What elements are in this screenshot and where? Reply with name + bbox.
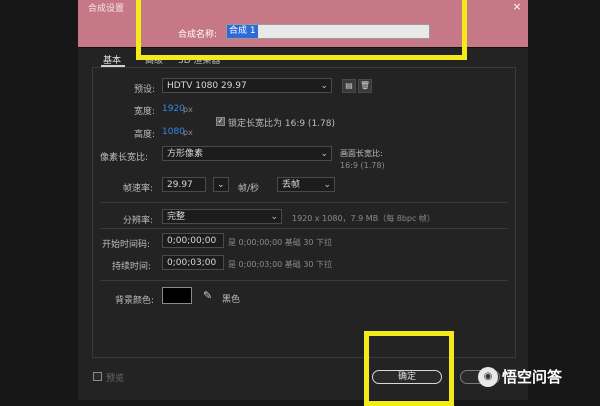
frame-rate-dropdown[interactable]: ⌄ (213, 177, 229, 192)
lock-aspect-checkbox[interactable]: ✓ (216, 117, 225, 126)
frame-aspect-value: 16:9 (1.78) (340, 161, 385, 170)
chevron-down-icon: ⌄ (320, 81, 328, 91)
pixel-aspect-label: 像素长宽比: (100, 153, 149, 163)
start-timecode-value: 0;00;00;00 (167, 236, 217, 246)
chevron-down-icon: ⌄ (270, 212, 278, 222)
drop-frame-dropdown[interactable]: 丢帧 ⌄ (277, 177, 335, 192)
frame-rate-value: 29.97 (167, 180, 193, 190)
height-unit: px (183, 128, 193, 137)
bg-color-name: 黑色 (222, 295, 241, 305)
trash-icon[interactable]: 🗑 (358, 79, 372, 93)
duration-info: 是 0;00;03;00 基础 30 下拉 (228, 260, 333, 269)
frame-rate-label: 帧速率: (123, 184, 154, 194)
height-label: 高度: (134, 130, 156, 140)
bg-color-label: 背景颜色: (115, 296, 155, 306)
watermark: ◉ 悟空问答 (478, 366, 562, 387)
watermark-text: 悟空问答 (502, 368, 563, 386)
watermark-logo-icon: ◉ (478, 366, 498, 387)
separator (100, 202, 508, 203)
duration-input[interactable]: 0;00;03;00 (162, 255, 224, 270)
lock-aspect-label: 锁定长宽比为 16:9 (1.78) (228, 119, 335, 129)
preview-checkbox[interactable] (93, 372, 102, 381)
width-value[interactable]: 1920 (162, 104, 185, 114)
dialog-title: 合成设置 (88, 4, 125, 14)
preview-label: 预览 (106, 374, 125, 384)
start-timecode-info: 是 0;00;00;00 基础 30 下拉 (228, 238, 333, 247)
frame-aspect-label: 画面长宽比: (340, 149, 383, 158)
start-timecode-input[interactable]: 0;00;00;00 (162, 233, 224, 248)
duration-label: 持续时间: (112, 262, 152, 272)
resolution-label: 分辨率: (123, 216, 154, 226)
highlight-box-name (136, 0, 467, 60)
duration-value: 0;00;03;00 (167, 258, 217, 268)
close-icon[interactable]: × (510, 0, 524, 15)
pixel-aspect-dropdown[interactable]: 方形像素 ⌄ (162, 146, 332, 161)
save-preset-icon[interactable]: ▤ (342, 79, 356, 93)
preset-label: 预设: (134, 85, 156, 95)
chevron-down-icon: ⌄ (217, 180, 225, 190)
resolution-value: 完整 (167, 212, 186, 222)
frame-rate-unit: 帧/秒 (238, 184, 260, 194)
highlight-box-ok (364, 331, 454, 406)
eyedropper-icon[interactable]: ✎ (203, 289, 212, 302)
preset-dropdown[interactable]: HDTV 1080 29.97 ⌄ (162, 78, 332, 93)
resolution-info: 1920 x 1080，7.9 MB（每 8bpc 帧） (292, 214, 435, 223)
width-unit: px (183, 105, 193, 114)
chevron-down-icon: ⌄ (320, 149, 328, 159)
preset-value: HDTV 1080 29.97 (167, 81, 247, 91)
separator (100, 280, 508, 281)
pixel-aspect-value: 方形像素 (167, 149, 204, 159)
bg-color-swatch[interactable] (162, 287, 192, 304)
frame-rate-input[interactable]: 29.97 (162, 177, 206, 192)
separator (100, 228, 508, 229)
width-label: 宽度: (134, 107, 156, 117)
start-timecode-label: 开始时间码: (102, 240, 151, 250)
height-value[interactable]: 1080 (162, 127, 185, 137)
resolution-dropdown[interactable]: 完整 ⌄ (162, 209, 282, 224)
chevron-down-icon: ⌄ (323, 180, 331, 190)
drop-frame-value: 丢帧 (282, 180, 301, 190)
